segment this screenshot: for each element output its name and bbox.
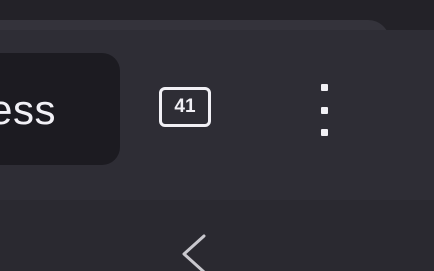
tab-count: 41 [174,96,196,117]
vertical-dots-icon-dot-2 [320,106,328,114]
vertical-dots-icon-dot-3 [320,129,328,136]
chevron-left-icon [182,234,206,271]
tab-switcher-button[interactable]: 41 [159,87,211,127]
bottom-navigation-bar [0,200,434,271]
address-bar[interactable]: ess [0,53,120,165]
back-button[interactable] [176,232,216,271]
browser-screen: ess 41 [0,0,434,271]
overflow-menu-button[interactable] [310,84,338,136]
vertical-dots-icon [320,84,328,91]
address-bar-text: ess [0,86,56,133]
